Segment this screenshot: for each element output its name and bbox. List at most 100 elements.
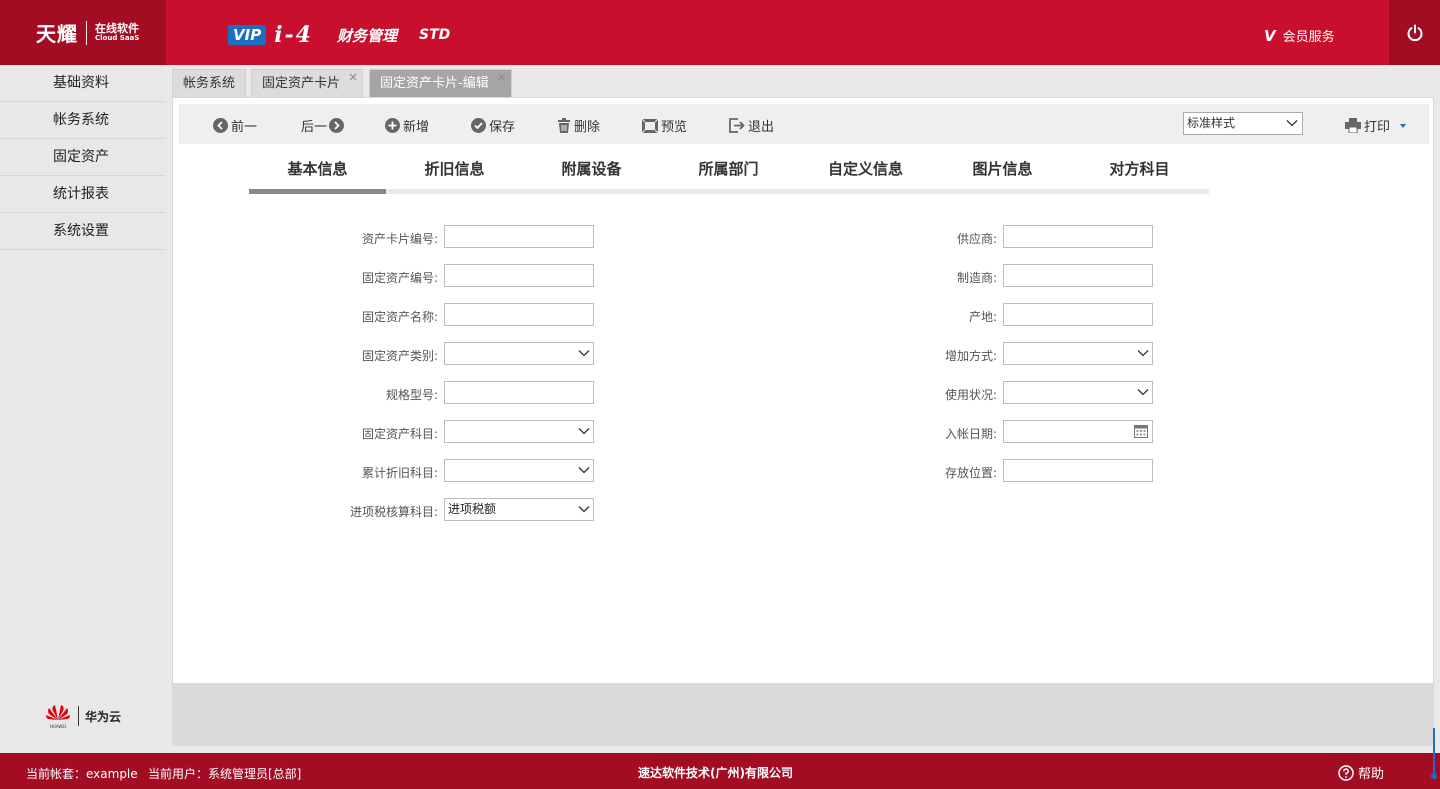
help-label: 帮助	[1358, 767, 1385, 782]
delete-label: 删除	[574, 120, 601, 135]
fixed-asset-name-input[interactable]	[444, 303, 594, 326]
member-v-icon: V	[1264, 26, 1276, 45]
origin-label: 产地:	[968, 310, 997, 324]
tab-counter-account[interactable]: 对方科目	[1071, 154, 1208, 189]
brand-sub-en: Cloud SaaS	[95, 33, 140, 42]
sidebar-item-basic-data[interactable]: 基础资料	[0, 65, 166, 102]
fixed-asset-account-label: 固定资产科目:	[361, 427, 438, 441]
member-service-link[interactable]: V 会员服务	[1264, 26, 1335, 46]
tab-fixed-asset-card-edit[interactable]: 固定资产卡片-编辑 ×	[369, 69, 512, 97]
print-label: 打印	[1364, 120, 1391, 135]
tab-custom-info[interactable]: 自定义信息	[797, 154, 934, 189]
style-select[interactable]: 标准样式	[1183, 112, 1303, 135]
tab-depreciation-info[interactable]: 折旧信息	[386, 154, 523, 189]
power-button[interactable]	[1389, 0, 1440, 65]
preview-button[interactable]: 预览	[642, 116, 687, 135]
preview-label: 预览	[661, 120, 688, 135]
supplier-input[interactable]	[1003, 225, 1153, 248]
exit-label: 退出	[748, 120, 775, 135]
edition-label: STD	[419, 27, 451, 43]
brand-divider	[86, 20, 87, 45]
arrow-left-icon	[213, 118, 228, 133]
help-icon	[1338, 764, 1354, 781]
storage-location-label: 存放位置:	[944, 466, 997, 480]
fixed-asset-no-label: 固定资产编号:	[361, 271, 438, 285]
add-method-select[interactable]	[1003, 342, 1153, 365]
content-footer-area	[172, 684, 1434, 746]
huawei-cloud-logo: HUAWEI 华为云	[44, 703, 121, 729]
print-button[interactable]: 打印	[1345, 116, 1411, 135]
entry-date-label: 入帐日期:	[944, 427, 997, 441]
exit-button[interactable]: 退出	[729, 116, 774, 135]
preview-icon	[642, 118, 658, 133]
close-icon[interactable]: ×	[348, 63, 358, 91]
fixed-asset-account-select[interactable]	[444, 420, 594, 443]
supplier-label: 供应商:	[956, 232, 997, 246]
tab-label: 固定资产卡片-编辑	[380, 76, 489, 91]
add-method-label: 增加方式:	[944, 349, 997, 363]
current-user: 当前用户：系统管理员[总部]	[148, 767, 302, 781]
chevron-down-icon	[1286, 120, 1298, 127]
tab-accounting[interactable]: 帐务系统	[172, 69, 247, 97]
tab-fixed-asset-card[interactable]: 固定资产卡片 ×	[251, 69, 364, 97]
input-tax-account-label: 进项税核算科目:	[349, 505, 438, 519]
storage-location-input[interactable]	[1003, 459, 1153, 482]
chevron-down-icon	[1137, 389, 1149, 396]
accum-depreciation-account-label: 累计折旧科目:	[361, 466, 438, 480]
entry-date-input[interactable]	[1003, 420, 1153, 443]
chevron-down-icon	[578, 506, 590, 513]
manufacturer-input[interactable]	[1003, 264, 1153, 287]
calendar-icon[interactable]	[1134, 424, 1148, 438]
prev-button[interactable]: 前一	[213, 116, 257, 135]
delete-button[interactable]: 删除	[557, 116, 600, 135]
usage-status-label: 使用状况:	[944, 388, 997, 402]
print-dropdown-icon[interactable]	[1398, 122, 1408, 130]
member-service-label: 会员服务	[1282, 30, 1335, 45]
asset-card-no-input[interactable]	[444, 225, 594, 248]
origin-input[interactable]	[1003, 303, 1153, 326]
huawei-cloud-label: 华为云	[85, 709, 122, 724]
usage-status-select[interactable]	[1003, 381, 1153, 404]
sidebar-item-settings[interactable]: 系统设置	[0, 213, 166, 250]
help-button[interactable]: 帮助	[1338, 763, 1384, 782]
chevron-down-icon	[578, 350, 590, 357]
save-button[interactable]: 保存	[471, 116, 515, 135]
spec-model-label: 规格型号:	[385, 388, 438, 402]
chevron-down-icon	[578, 467, 590, 474]
product-title: VIP i-4 财务管理 STD	[228, 22, 450, 48]
spec-model-input[interactable]	[444, 381, 594, 404]
tab-basic-info[interactable]: 基本信息	[249, 154, 386, 194]
fixed-asset-category-select[interactable]	[444, 342, 594, 365]
printer-icon	[1345, 118, 1361, 133]
trash-icon	[558, 118, 570, 133]
sidebar-item-accounting[interactable]: 帐务系统	[0, 102, 166, 139]
sidebar: 基础资料 帐务系统 固定资产 统计报表 系统设置 HUAWEI 华为云	[0, 65, 166, 753]
close-icon[interactable]: ×	[497, 63, 507, 91]
module-name: 财务管理	[336, 26, 397, 45]
tab-attached-equipment[interactable]: 附属设备	[523, 154, 660, 189]
vip-badge: VIP	[228, 25, 267, 45]
sidebar-item-reports[interactable]: 统计报表	[0, 176, 166, 213]
tab-department[interactable]: 所属部门	[660, 154, 797, 189]
top-header: 天耀 在线软件 Cloud SaaS VIP i-4 财务管理 STD V 会员…	[0, 0, 1440, 65]
tab-label: 固定资产卡片	[262, 76, 341, 91]
fixed-asset-category-label: 固定资产类别:	[361, 349, 438, 363]
add-button[interactable]: 新增	[385, 116, 429, 135]
style-select-value: 标准样式	[1187, 116, 1236, 130]
huawei-icon: HUAWEI	[46, 705, 70, 729]
asset-card-no-label: 资产卡片编号:	[361, 232, 438, 246]
input-tax-account-select[interactable]: 进项税额	[444, 498, 594, 521]
prev-label: 前一	[231, 120, 258, 135]
fixed-asset-no-input[interactable]	[444, 264, 594, 287]
power-icon	[1407, 24, 1422, 41]
brand-name: 天耀	[36, 22, 78, 46]
scroll-handle[interactable]	[1431, 728, 1437, 780]
next-button[interactable]: 后一	[301, 116, 345, 135]
sidebar-item-fixed-assets[interactable]: 固定资产	[0, 139, 166, 176]
accum-depreciation-account-select[interactable]	[444, 459, 594, 482]
exit-icon	[729, 118, 745, 133]
add-label: 新增	[403, 120, 430, 135]
product-name: i-4	[274, 22, 313, 48]
tab-image-info[interactable]: 图片信息	[934, 154, 1071, 189]
fixed-asset-name-label: 固定资产名称:	[361, 310, 438, 324]
